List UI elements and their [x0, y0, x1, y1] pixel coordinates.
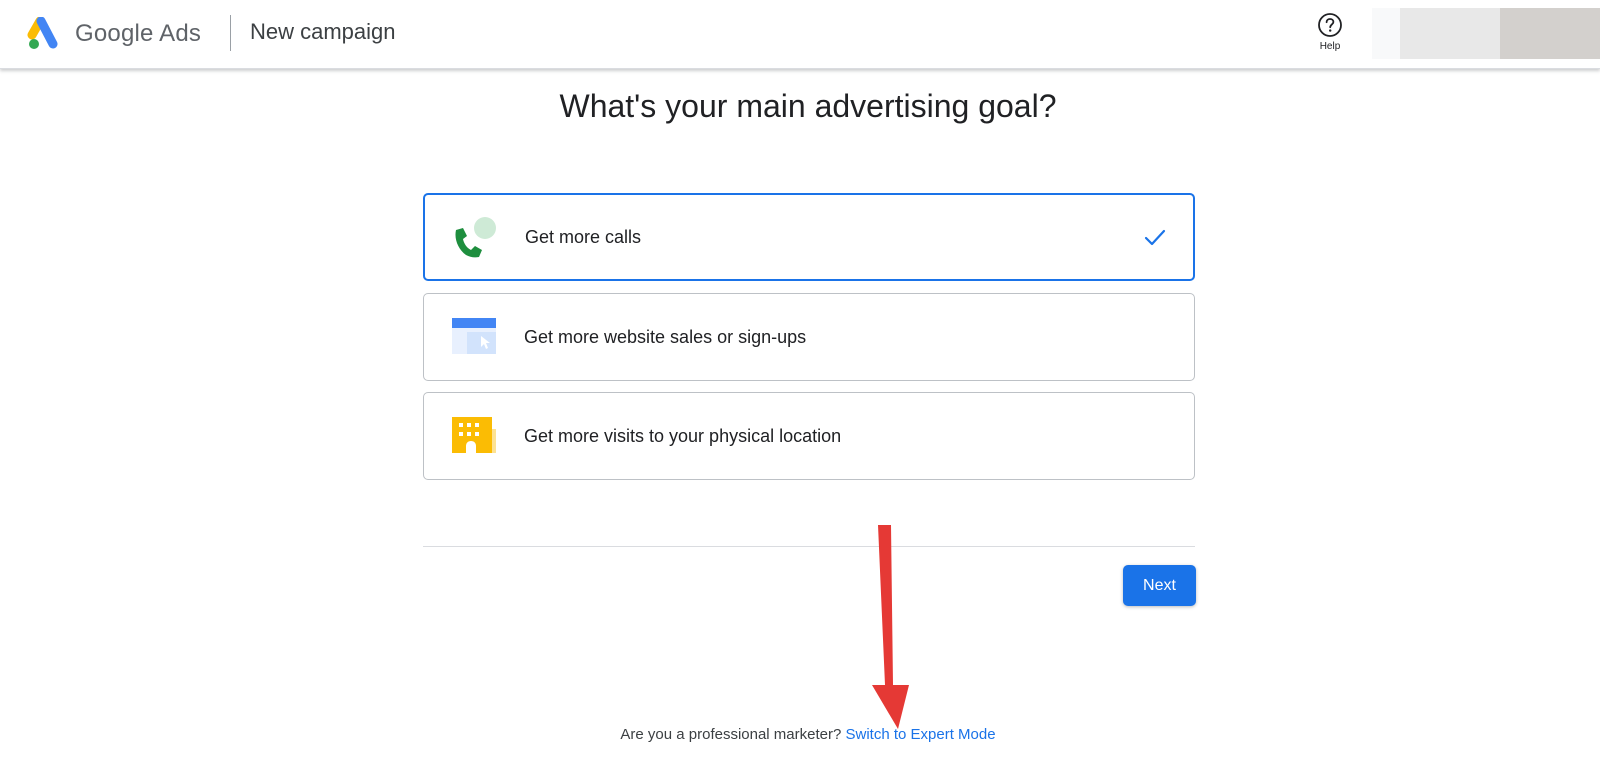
- goal-card-location[interactable]: Get more visits to your physical locatio…: [423, 392, 1195, 480]
- header-divider: [230, 15, 231, 51]
- account-info-redacted: [1400, 8, 1500, 59]
- help-icon: [1318, 13, 1342, 37]
- google-ads-logo-icon: [27, 17, 58, 49]
- website-cursor-icon: [452, 318, 496, 354]
- page-title: New campaign: [250, 19, 396, 44]
- goal-heading: What's your main advertising goal?: [559, 88, 1057, 124]
- divider: [423, 546, 1195, 547]
- storefront-icon: [452, 417, 496, 453]
- phone-chat-icon: [455, 217, 496, 258]
- switch-to-expert-mode-link[interactable]: Switch to Expert Mode: [846, 726, 996, 743]
- goal-card-calls[interactable]: Get more calls: [423, 193, 1195, 281]
- goal-label-website: Get more website sales or sign-ups: [524, 327, 807, 347]
- goal-card-website[interactable]: Get more website sales or sign-ups: [423, 293, 1195, 381]
- brand-name: Google Ads: [75, 20, 202, 47]
- next-button[interactable]: Next: [1123, 565, 1196, 606]
- account-avatar-redacted: [1500, 8, 1600, 59]
- expert-mode-prompt: Are you a professional marketer? Switch …: [0, 726, 1600, 743]
- help-label: Help: [1319, 41, 1341, 52]
- expert-prompt-text: Are you a professional marketer?: [620, 726, 842, 743]
- check-icon: [1144, 229, 1166, 246]
- red-arrow-annotation: [872, 525, 909, 729]
- goal-label-location: Get more visits to your physical locatio…: [524, 426, 842, 446]
- top-bar: Google Ads New campaign Help: [0, 0, 1600, 69]
- google-ads-brand[interactable]: Google Ads: [27, 14, 201, 54]
- help-button[interactable]: Help: [1310, 12, 1350, 52]
- goal-label-calls: Get more calls: [525, 227, 642, 247]
